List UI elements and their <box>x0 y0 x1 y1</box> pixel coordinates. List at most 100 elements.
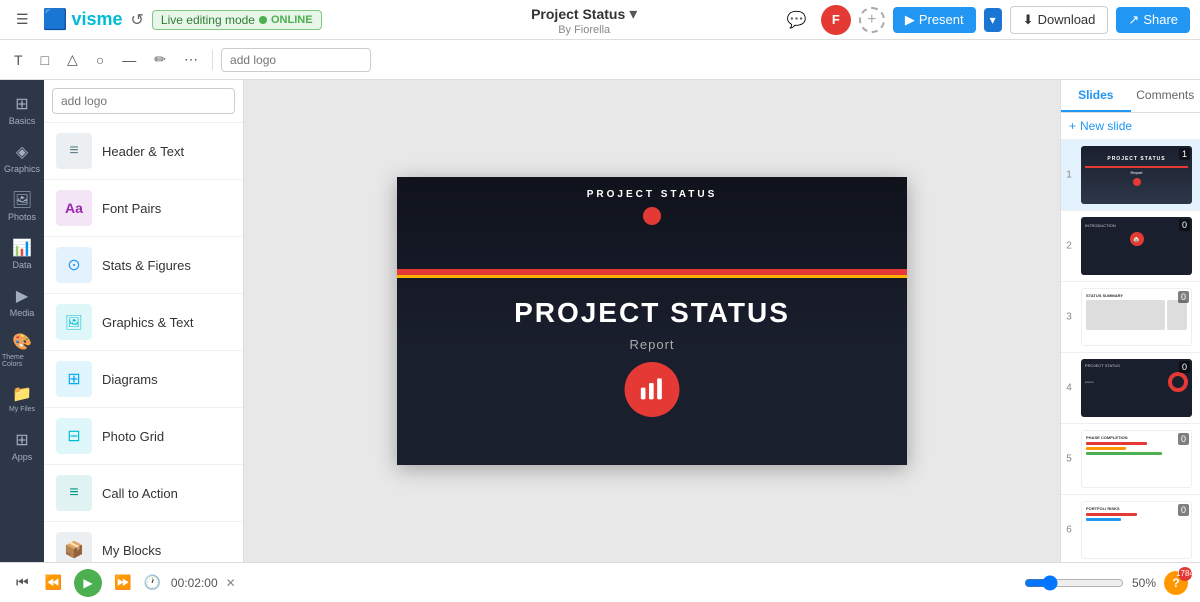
graphics-icon: ◈ <box>16 142 28 162</box>
slide-preview-5: PHASE COMPLETION 0 <box>1081 430 1192 488</box>
call-to-action-icon: ≡ <box>56 475 92 511</box>
graphics-text-label: Graphics & Text <box>102 315 194 330</box>
avatar-button[interactable]: F <box>821 5 851 35</box>
slide-thumb-6[interactable]: 6 PORTFOLI RISKS 0 <box>1061 495 1200 562</box>
rect-tool[interactable]: □ <box>35 48 55 72</box>
graphics-label: Graphics <box>4 164 40 174</box>
sidebar-item-apps[interactable]: ⊞ Apps <box>2 424 42 468</box>
share-label: Share <box>1143 12 1178 27</box>
slide-preview-3: STATUS SUMMARY 0 <box>1081 288 1192 346</box>
clock-icon: 🕐 <box>143 574 160 591</box>
basics-label: Basics <box>9 116 36 126</box>
slide-4-badge: 0 <box>1179 361 1190 373</box>
menu-button[interactable]: ☰ <box>10 7 35 32</box>
right-panel: Slides Comments + New slide 1 PROJECT ST… <box>1060 80 1200 562</box>
panel-item-graphics-text[interactable]: 🖼 Graphics & Text <box>44 294 243 351</box>
nav-prev-button[interactable]: ⏪ <box>41 572 66 593</box>
toolbar2: T □ △ ○ — ✏ ⋯ <box>0 40 1200 80</box>
undo-button[interactable]: ↺ <box>131 10 144 30</box>
slide-num-6: 6 <box>1061 525 1077 536</box>
online-status: ONLINE <box>271 14 313 26</box>
panel-item-diagrams[interactable]: ⊞ Diagrams <box>44 351 243 408</box>
slide-thumb-2[interactable]: 2 INTRODUCTION 🏠 0 <box>1061 211 1200 282</box>
theme-colors-label: Theme Colors <box>2 354 42 368</box>
close-time-button[interactable]: ✕ <box>226 576 236 590</box>
comment-button[interactable]: 💬 <box>781 6 813 34</box>
logo-search-input[interactable] <box>221 48 371 72</box>
present-label: Present <box>919 12 964 27</box>
toolbar-divider <box>212 50 213 70</box>
project-dropdown-icon[interactable]: ▾ <box>629 4 637 24</box>
slides-list: 1 PROJECT STATUS Report 1 2 <box>1061 140 1200 562</box>
notification-badge: ? 1784 <box>1164 571 1188 595</box>
download-button[interactable]: ⬇ Download <box>1010 6 1109 34</box>
play-button[interactable]: ▶ <box>74 569 102 597</box>
tab-slides[interactable]: Slides <box>1061 80 1131 112</box>
slide-thumb-3[interactable]: 3 STATUS SUMMARY 0 <box>1061 282 1200 353</box>
photo-grid-label: Photo Grid <box>102 429 164 444</box>
slide-chart-icon <box>625 362 680 417</box>
slide-thumb-1[interactable]: 1 PROJECT STATUS Report 1 <box>1061 140 1200 211</box>
main-area: ⊞ Basics ◈ Graphics 🖼 Photos 📊 Data ▶ Me… <box>0 80 1200 562</box>
slide-thumb-5[interactable]: 5 PHASE COMPLETION 0 <box>1061 424 1200 495</box>
slide-num-1: 1 <box>1061 170 1077 181</box>
panel: ≡ Header & Text Aa Font Pairs ⊙ Stats & … <box>44 80 244 562</box>
panel-item-photo-grid[interactable]: ⊟ Photo Grid <box>44 408 243 465</box>
panel-item-font-pairs[interactable]: Aa Font Pairs <box>44 180 243 237</box>
logo-text: visme <box>71 9 122 30</box>
right-tabs: Slides Comments <box>1061 80 1200 113</box>
share-button[interactable]: ↗ Share <box>1116 7 1190 33</box>
data-icon: 📊 <box>12 238 32 258</box>
line-tool[interactable]: — <box>116 48 142 72</box>
slide-1-badge: 1 <box>1179 148 1190 160</box>
present-button[interactable]: ▶ Present <box>893 7 976 33</box>
panel-item-my-blocks[interactable]: 📦 My Blocks <box>44 522 243 562</box>
add-collaborator-button[interactable]: + <box>859 7 885 33</box>
media-label: Media <box>10 308 35 318</box>
present-more-button[interactable]: ▾ <box>984 8 1002 32</box>
circle-tool[interactable]: ○ <box>90 48 110 72</box>
font-pairs-icon: Aa <box>56 190 92 226</box>
slide-2-badge: 0 <box>1179 219 1190 231</box>
sidebar-item-basics[interactable]: ⊞ Basics <box>2 88 42 132</box>
my-blocks-icon: 📦 <box>56 532 92 562</box>
text-tool[interactable]: T <box>8 48 29 72</box>
header-text-label: Header & Text <box>102 144 184 159</box>
more-tools[interactable]: ⋯ <box>178 47 204 72</box>
tab-comments[interactable]: Comments <box>1131 80 1200 112</box>
sidebar-item-media[interactable]: ▶ Media <box>2 280 42 324</box>
new-slide-button[interactable]: + New slide <box>1061 113 1200 140</box>
canvas-area[interactable]: PROJECT STATUS PROJECT STATUS Report <box>244 80 1060 562</box>
project-title: Project Status <box>531 6 625 22</box>
panel-item-stats-figures[interactable]: ⊙ Stats & Figures <box>44 237 243 294</box>
nav-first-button[interactable]: ⏮ <box>12 572 33 593</box>
diagrams-label: Diagrams <box>102 372 158 387</box>
call-to-action-label: Call to Action <box>102 486 178 501</box>
zoom-slider[interactable] <box>1024 575 1124 591</box>
photo-grid-icon: ⊟ <box>56 418 92 454</box>
sidebar-item-data[interactable]: 📊 Data <box>2 232 42 276</box>
time-display: 00:02:00 <box>171 576 218 590</box>
sidebar-item-graphics[interactable]: ◈ Graphics <box>2 136 42 180</box>
new-slide-plus-icon: + <box>1069 119 1076 133</box>
slide-canvas[interactable]: PROJECT STATUS PROJECT STATUS Report <box>397 177 907 465</box>
nav-next-button[interactable]: ⏩ <box>110 572 135 593</box>
slide-thumb-4[interactable]: 4 PROJECT STATUS Lorem 0 <box>1061 353 1200 424</box>
slide-6-badge: 0 <box>1178 504 1189 516</box>
sidebar-item-theme-colors[interactable]: 🎨 Theme Colors <box>2 328 42 372</box>
sidebar-item-my-files[interactable]: 📁 My Files <box>2 376 42 420</box>
panel-search-input[interactable] <box>52 88 235 114</box>
present-play-icon: ▶ <box>905 12 915 28</box>
panel-search <box>44 80 243 123</box>
slide-preview-2: INTRODUCTION 🏠 0 <box>1081 217 1192 275</box>
slide-preview-6: PORTFOLI RISKS 0 <box>1081 501 1192 559</box>
editing-mode-badge: Live editing mode ONLINE <box>152 10 322 30</box>
stats-figures-icon: ⊙ <box>56 247 92 283</box>
header-text-icon: ≡ <box>56 133 92 169</box>
my-files-label: My Files <box>9 406 35 413</box>
panel-item-call-to-action[interactable]: ≡ Call to Action <box>44 465 243 522</box>
panel-item-header-text[interactable]: ≡ Header & Text <box>44 123 243 180</box>
triangle-tool[interactable]: △ <box>61 47 84 72</box>
sidebar-item-photos[interactable]: 🖼 Photos <box>2 184 42 228</box>
draw-tool[interactable]: ✏ <box>148 47 172 72</box>
